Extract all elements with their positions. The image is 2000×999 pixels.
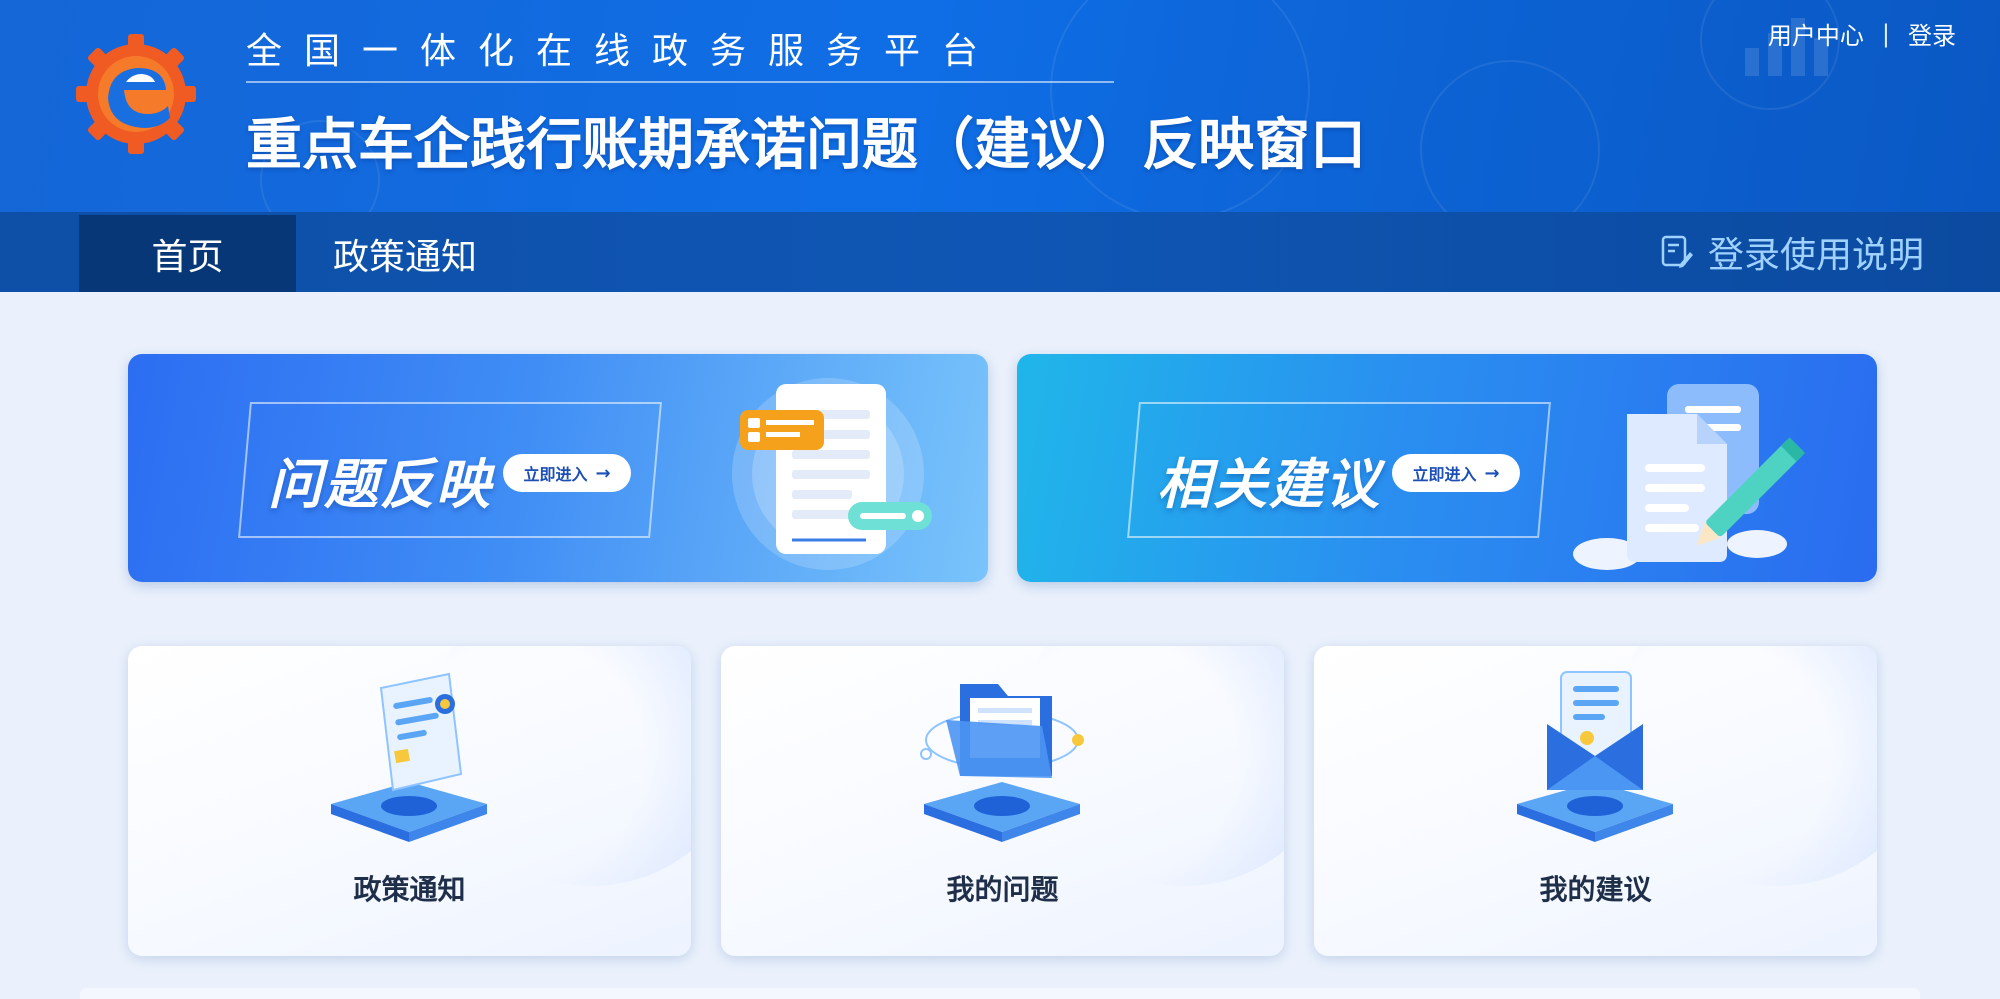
site-header: 全国一体化在线政务服务平台 重点车企践行账期承诺问题（建议）反映窗口 用户中心 … — [0, 0, 2000, 212]
suggestion-banner[interactable]: 相关建议 立即进入 → — [1017, 354, 1877, 582]
enter-button-label: 立即进入 — [523, 465, 588, 484]
header-decoration — [1420, 60, 1600, 212]
user-center-link[interactable]: 用户中心 — [1768, 16, 1864, 51]
problem-report-banner[interactable]: 问题反映 立即进入 → — [128, 354, 988, 582]
arrow-right-icon: → — [595, 462, 611, 484]
banner-title: 问题反映 — [268, 453, 492, 516]
content-panel-edge — [80, 988, 1920, 999]
card-label: 政策通知 — [353, 873, 466, 906]
banner-title: 相关建议 — [1157, 453, 1381, 516]
suggestion-enter-button[interactable]: 立即进入 → — [1392, 454, 1520, 492]
policy-notice-icon — [331, 672, 487, 842]
folder-icon — [920, 684, 1084, 842]
user-links: 用户中心 | 登录 — [1768, 16, 1956, 51]
card-label: 我的问题 — [946, 873, 1059, 906]
page-title: 重点车企践行账期承诺问题（建议）反映窗口 — [246, 113, 1366, 178]
link-separator: | — [1881, 19, 1890, 48]
nav-item-policy[interactable]: 政策通知 — [296, 215, 514, 292]
platform-subtitle: 全国一体化在线政务服务平台 — [246, 31, 1001, 72]
edit-document-icon — [1661, 235, 1693, 268]
card-label: 我的建议 — [1539, 873, 1652, 906]
document-pencil-illustration-icon — [1573, 384, 1805, 570]
nav-item-home[interactable]: 首页 — [79, 215, 296, 292]
login-link[interactable]: 登录 — [1908, 16, 1956, 51]
problem-report-enter-button[interactable]: 立即进入 → — [503, 454, 631, 492]
arrow-right-icon: → — [1484, 462, 1500, 484]
main-nav: 首页 政策通知 登录使用说明 — [0, 212, 2000, 292]
title-divider — [246, 81, 1114, 83]
document-chat-illustration-icon — [732, 378, 932, 570]
policy-notice-card[interactable]: 政策通知 — [128, 646, 691, 956]
my-suggestions-card[interactable]: 我的建议 — [1314, 646, 1877, 956]
envelope-icon — [1517, 671, 1673, 842]
platform-logo-icon — [76, 34, 196, 154]
login-help-link[interactable]: 登录使用说明 — [1660, 212, 1924, 292]
enter-button-label: 立即进入 — [1412, 465, 1477, 484]
login-help-label: 登录使用说明 — [1707, 235, 1924, 276]
my-problems-card[interactable]: 我的问题 — [721, 646, 1284, 956]
